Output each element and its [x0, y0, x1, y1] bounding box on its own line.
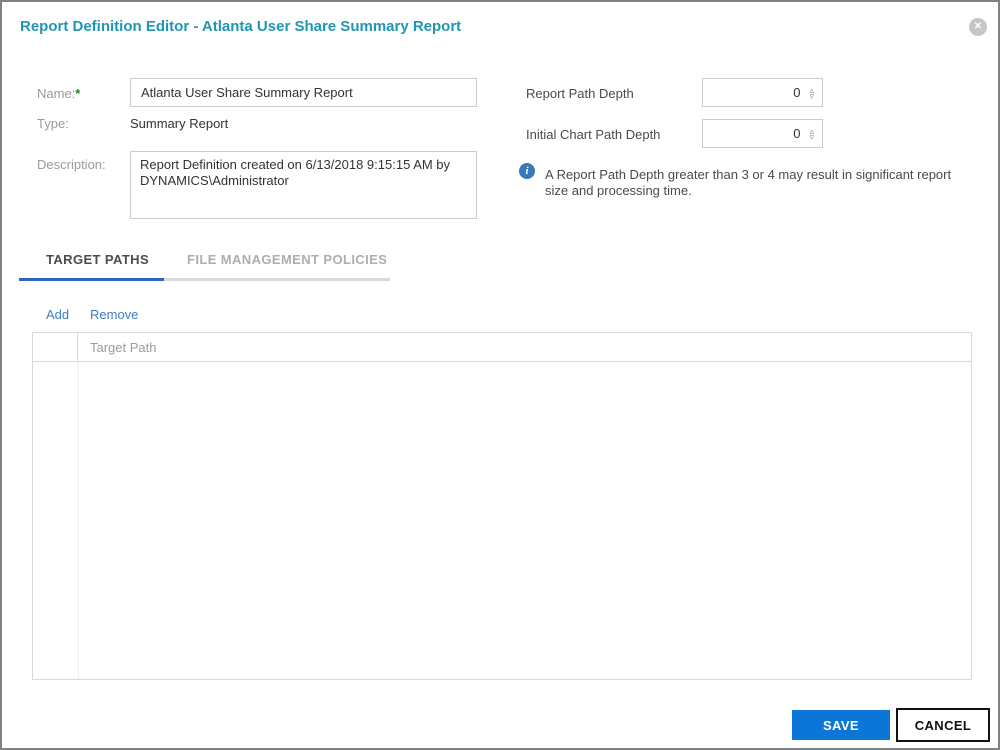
stepper-down-icon[interactable]: ▿ [809, 91, 814, 100]
active-tab-underline [19, 278, 164, 281]
cancel-button[interactable]: CANCEL [896, 708, 990, 742]
name-label: Name:* [37, 86, 80, 101]
type-label: Type: [37, 116, 69, 131]
close-icon[interactable]: ✕ [969, 18, 987, 36]
tab-file-management-policies[interactable]: FILE MANAGEMENT POLICIES [187, 252, 387, 267]
stepper-arrows-icon[interactable]: ▵ ▿ [809, 85, 814, 100]
remove-link[interactable]: Remove [90, 307, 138, 322]
report-path-depth-value: 0 [793, 85, 801, 100]
name-label-text: Name: [37, 86, 76, 101]
table-column-header-target-path: Target Path [90, 339, 157, 355]
table-column-divider [78, 362, 79, 679]
table-body-empty[interactable] [32, 362, 972, 680]
report-path-depth-spinner[interactable]: 0 ▵ ▿ [702, 78, 823, 107]
dialog-title: Report Definition Editor - Atlanta User … [20, 18, 462, 35]
initial-chart-path-depth-label: Initial Chart Path Depth [526, 127, 661, 142]
save-button[interactable]: SAVE [792, 710, 890, 740]
required-asterisk: * [75, 86, 81, 101]
table-header-row: Target Path [32, 332, 972, 362]
initial-chart-path-depth-value: 0 [793, 126, 801, 141]
inactive-tab-underline [164, 278, 390, 281]
report-path-depth-label: Report Path Depth [526, 86, 634, 101]
stepper-arrows-icon[interactable]: ▵ ▿ [809, 126, 814, 141]
add-link[interactable]: Add [46, 307, 69, 322]
name-input[interactable] [130, 78, 477, 107]
description-label: Description: [37, 157, 106, 172]
info-message: A Report Path Depth greater than 3 or 4 … [545, 167, 952, 198]
description-textarea[interactable]: Report Definition created on 6/13/2018 9… [130, 151, 477, 219]
type-value: Summary Report [130, 116, 229, 131]
tab-target-paths[interactable]: TARGET PATHS [46, 252, 149, 267]
stepper-down-icon[interactable]: ▿ [809, 132, 814, 141]
report-definition-editor-dialog: Report Definition Editor - Atlanta User … [0, 0, 1000, 750]
table-select-column-header [33, 333, 78, 361]
initial-chart-path-depth-spinner[interactable]: 0 ▵ ▿ [702, 119, 823, 148]
info-icon: i [519, 163, 535, 179]
